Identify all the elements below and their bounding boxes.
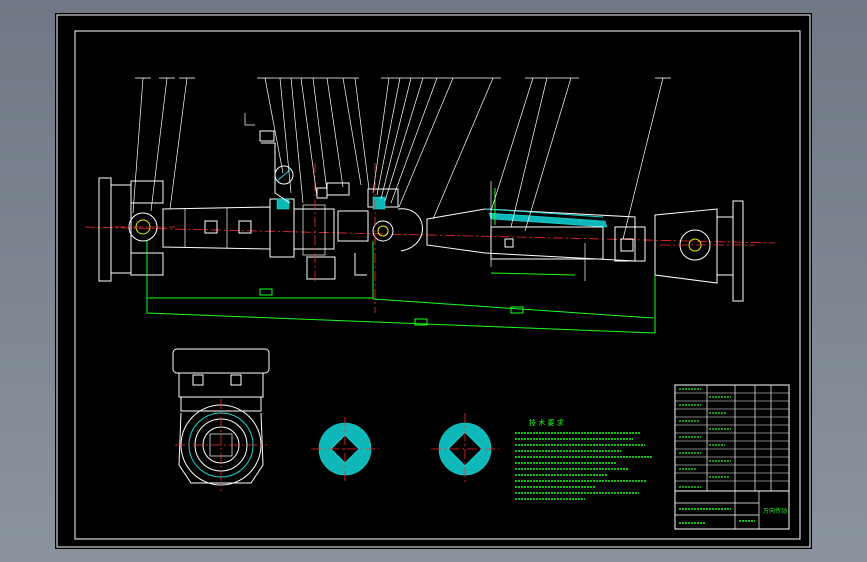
drawing-sheet: 技 术 要 求 万向传动 [55, 13, 812, 549]
right-flange-yoke [614, 200, 755, 302]
section-view-spline-a [311, 417, 379, 481]
assembly-drawing: 技 术 要 求 万向传动 [56, 14, 811, 548]
tech-requirements-title: 技 术 要 求 [529, 418, 564, 427]
title-block-label: 万向传动 [763, 507, 787, 515]
tech-requirements: 技 术 要 求 [515, 418, 653, 500]
main-centerline [84, 226, 776, 244]
inner-border [74, 30, 801, 540]
left-shaft [162, 206, 271, 250]
dimension-lines [146, 188, 656, 334]
propeller-tube [426, 181, 636, 281]
left-flange-yoke [98, 177, 175, 282]
title-block: 万向传动 [674, 384, 790, 530]
cad-viewport[interactable]: 技 术 要 求 万向传动 [0, 0, 867, 562]
section-view-support [172, 348, 270, 491]
outer-border [56, 14, 811, 548]
section-view-spline-b [431, 413, 499, 483]
middle-universal-joint [337, 163, 423, 313]
